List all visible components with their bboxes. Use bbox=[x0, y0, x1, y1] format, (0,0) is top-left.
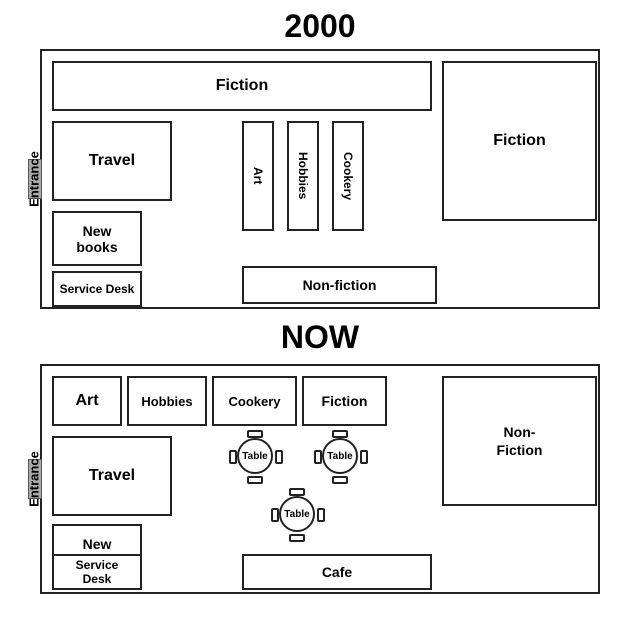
new-books-2000: Newbooks bbox=[52, 211, 142, 266]
cookery-now: Cookery bbox=[212, 376, 297, 426]
fiction-top: Fiction bbox=[52, 61, 432, 111]
entrance-label-now: Entrance bbox=[26, 451, 41, 507]
floorplan-2000: Entrance Fiction Fiction Travel Art Hobb… bbox=[40, 49, 600, 309]
service-desk-2000: Service Desk bbox=[52, 271, 142, 307]
non-fiction-2000: Non-fiction bbox=[242, 266, 437, 304]
shelf-art-2000: Art bbox=[242, 121, 274, 231]
floorplan-now: Entrance Art Hobbies Cookery Fiction Non… bbox=[40, 364, 600, 594]
shelf-cookery-label: Cookery bbox=[341, 152, 355, 200]
hobbies-now: Hobbies bbox=[127, 376, 207, 426]
non-fiction-now: Non-Fiction bbox=[442, 376, 597, 506]
travel-2000: Travel bbox=[52, 121, 172, 201]
cafe-now: Cafe bbox=[242, 554, 432, 590]
table-group-2: Table bbox=[322, 438, 358, 474]
table-group-1: Table bbox=[237, 438, 273, 474]
art-now: Art bbox=[52, 376, 122, 426]
table-group-3: Table bbox=[279, 496, 315, 532]
travel-now: Travel bbox=[52, 436, 172, 516]
shelf-art-label: Art bbox=[251, 167, 265, 184]
shelf-hobbies-2000: Hobbies bbox=[287, 121, 319, 231]
fiction-now: Fiction bbox=[302, 376, 387, 426]
shelf-cookery-2000: Cookery bbox=[332, 121, 364, 231]
entrance-label-2000: Entrance bbox=[26, 151, 41, 207]
shelf-hobbies-label: Hobbies bbox=[296, 152, 310, 199]
service-desk-now: ServiceDesk bbox=[52, 554, 142, 590]
fiction-right: Fiction bbox=[442, 61, 597, 221]
year-title: 2000 bbox=[284, 8, 355, 45]
now-title: NOW bbox=[281, 319, 359, 356]
